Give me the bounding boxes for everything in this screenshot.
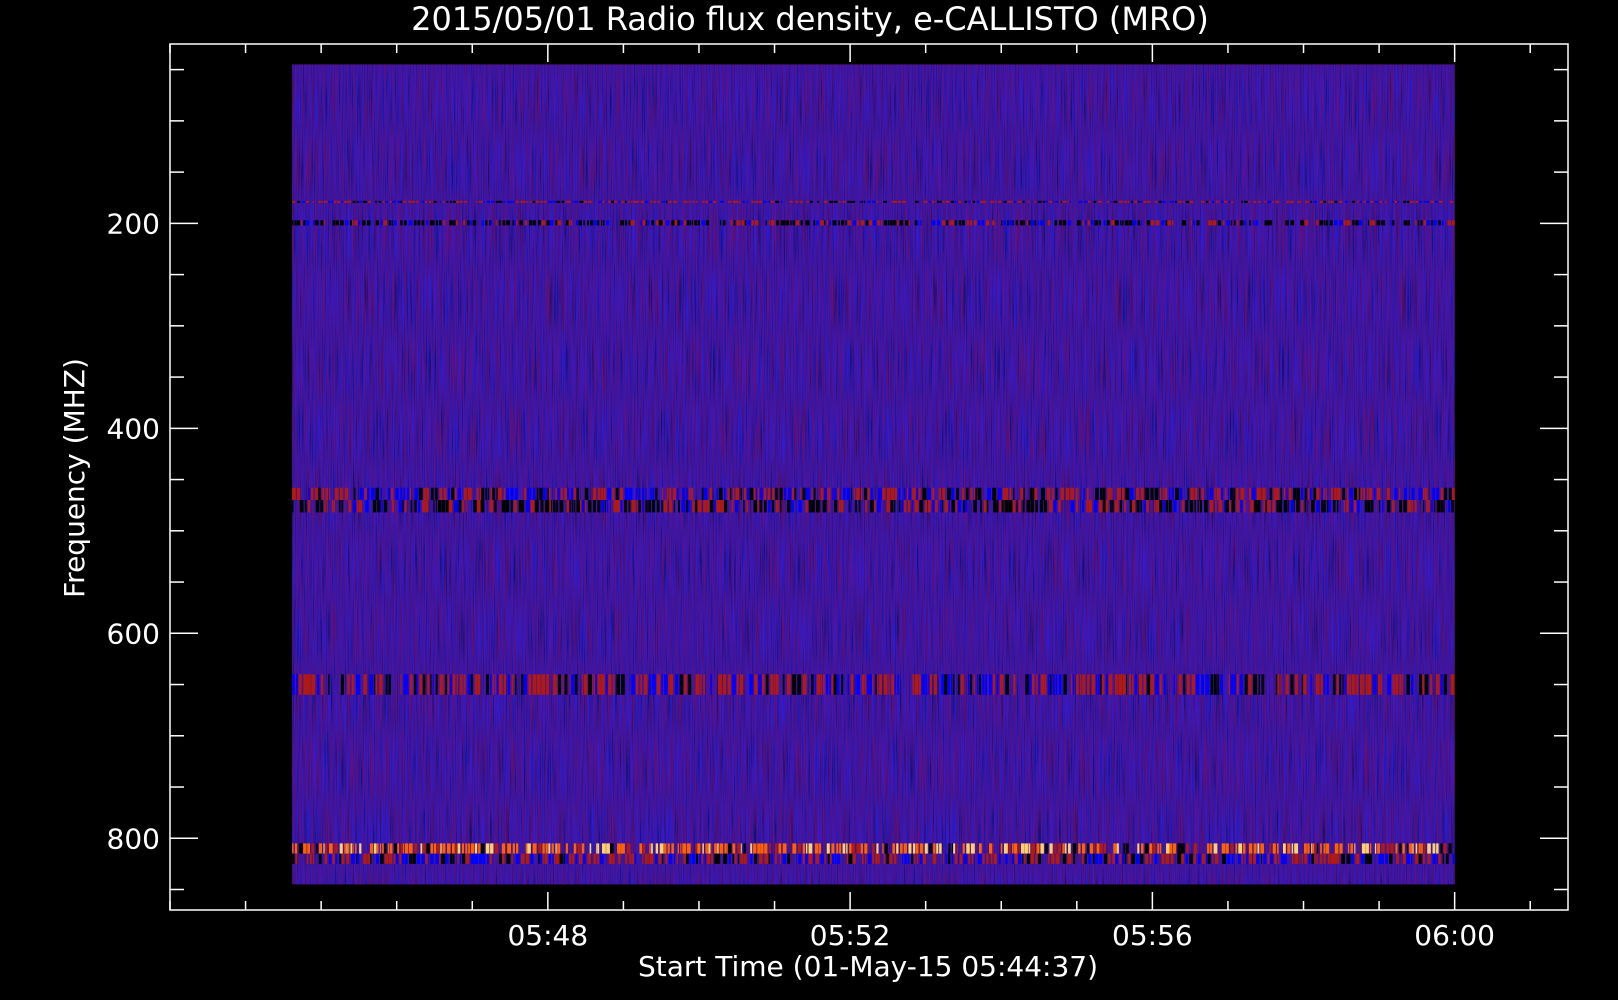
spectrogram-chart: 2015/05/01 Radio flux density, e-CALLIST… bbox=[58, 0, 1569, 983]
plot-area bbox=[292, 64, 1455, 885]
x-axis-label: Start Time (01-May-15 05:44:37) bbox=[638, 950, 1098, 983]
y-tick-label: 400 bbox=[107, 412, 160, 445]
spectrogram-noise bbox=[292, 64, 1455, 885]
y-tick-label: 600 bbox=[107, 617, 160, 650]
chart-title: 2015/05/01 Radio flux density, e-CALLIST… bbox=[411, 0, 1209, 38]
y-tick-label: 800 bbox=[107, 822, 160, 855]
y-tick-label: 200 bbox=[107, 207, 160, 240]
x-tick-label: 06:00 bbox=[1414, 919, 1495, 952]
x-tick-label: 05:56 bbox=[1112, 919, 1193, 952]
x-tick-label: 05:48 bbox=[507, 919, 588, 952]
y-axis-label: Frequency (MHZ) bbox=[58, 358, 91, 598]
x-tick-label: 05:52 bbox=[810, 919, 891, 952]
spectrogram-band bbox=[292, 200, 1454, 203]
spectrogram-band bbox=[292, 500, 1454, 513]
